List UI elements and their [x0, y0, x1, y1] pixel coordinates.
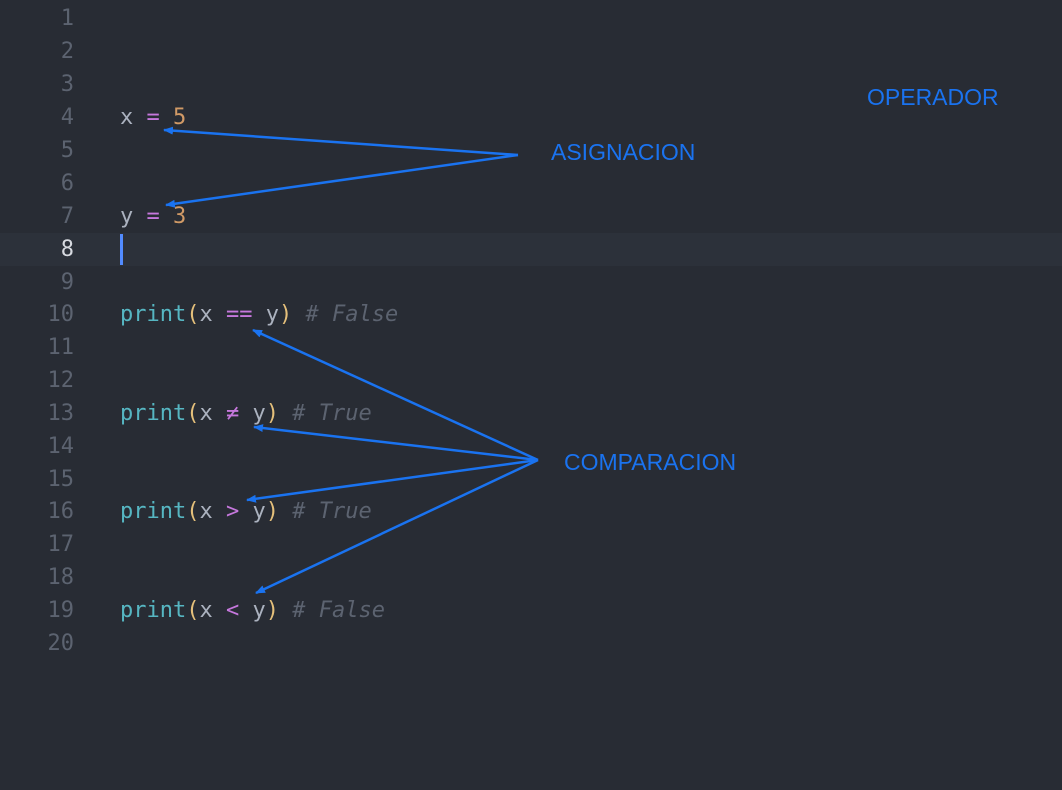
- variable-token: y: [252, 401, 266, 426]
- line-number: 20: [47, 631, 75, 656]
- code-editor[interactable]: 1 2 3 4 x = 5 5 6 7 y = 3 8 9 10 print(x…: [0, 0, 1062, 790]
- code-line[interactable]: 13 print(x ≠ y) # True: [0, 397, 1062, 430]
- paren-token: ): [265, 499, 279, 524]
- code-line-active[interactable]: 8: [0, 233, 1062, 266]
- operator-token: ≠: [225, 401, 240, 426]
- line-number: 18: [47, 565, 75, 590]
- variable-token: x: [199, 302, 213, 327]
- code-line[interactable]: 6: [0, 167, 1062, 200]
- line-number: 14: [47, 434, 75, 459]
- variable-token: x: [199, 499, 213, 524]
- variable-token: y: [265, 302, 279, 327]
- paren-token: ): [278, 302, 293, 327]
- line-number: 3: [60, 72, 74, 97]
- code-text: print(x == y) # False: [120, 298, 398, 331]
- code-line[interactable]: 17: [0, 528, 1062, 561]
- number-token: 3: [173, 204, 187, 229]
- code-line[interactable]: 14: [0, 430, 1062, 463]
- code-line[interactable]: 16 print(x > y) # True: [0, 495, 1062, 528]
- line-number: 4: [60, 105, 74, 130]
- paren-token: (: [186, 302, 200, 327]
- operator-token: =: [146, 105, 160, 130]
- line-number: 9: [60, 270, 74, 295]
- comment-token: # True: [292, 401, 372, 426]
- operator-token: =: [146, 204, 160, 229]
- code-line[interactable]: 10 print(x == y) # False: [0, 298, 1062, 331]
- function-token: print: [120, 302, 187, 327]
- line-number: 19: [47, 598, 75, 623]
- line-number: 6: [60, 171, 74, 196]
- number-token: 5: [173, 105, 187, 130]
- code-line[interactable]: 2: [0, 35, 1062, 68]
- paren-token: ): [265, 401, 279, 426]
- line-number: 11: [47, 335, 75, 360]
- line-number: 15: [47, 467, 75, 492]
- code-line[interactable]: 9: [0, 266, 1062, 299]
- variable-token: y: [120, 204, 134, 229]
- code-line[interactable]: 18: [0, 561, 1062, 594]
- paren-token: (: [186, 401, 200, 426]
- variable-token: x: [120, 105, 134, 130]
- operator-token: >: [225, 499, 240, 524]
- variable-token: y: [252, 499, 266, 524]
- line-number: 8: [60, 237, 74, 262]
- code-line[interactable]: 12: [0, 364, 1062, 397]
- comment-token: # True: [292, 499, 372, 524]
- text-cursor: [120, 234, 123, 265]
- paren-token: (: [186, 499, 200, 524]
- code-line[interactable]: 1: [0, 2, 1062, 35]
- operator-token: ==: [225, 302, 253, 327]
- line-number: 12: [47, 368, 75, 393]
- variable-token: x: [199, 401, 213, 426]
- function-token: print: [120, 598, 187, 623]
- line-number: 1: [60, 6, 74, 31]
- code-line[interactable]: 15: [0, 463, 1062, 496]
- comment-token: # False: [292, 598, 385, 623]
- code-text: x = 5: [120, 101, 186, 134]
- function-token: print: [120, 499, 187, 524]
- comment-token: # False: [305, 302, 399, 327]
- line-number: 5: [60, 138, 74, 163]
- line-number: 10: [47, 302, 75, 327]
- code-line[interactable]: 19 print(x < y) # False: [0, 594, 1062, 627]
- code-text: print(x > y) # True: [120, 495, 372, 528]
- paren-token: (: [186, 598, 200, 623]
- code-line[interactable]: 7 y = 3: [0, 200, 1062, 233]
- operador-label: OPERADOR: [867, 84, 999, 110]
- code-line[interactable]: 11: [0, 331, 1062, 364]
- code-text: y = 3: [120, 200, 186, 233]
- line-number: 2: [60, 39, 74, 64]
- code-text: print(x < y) # False: [120, 594, 385, 627]
- comparacion-label: COMPARACION: [564, 449, 737, 475]
- variable-token: x: [199, 598, 213, 623]
- line-number: 16: [47, 499, 75, 524]
- asignacion-label: ASIGNACION: [551, 139, 696, 165]
- line-number: 13: [47, 401, 75, 426]
- code-text: print(x ≠ y) # True: [120, 397, 372, 430]
- function-token: print: [120, 401, 187, 426]
- paren-token: ): [265, 598, 279, 623]
- line-number: 7: [60, 204, 74, 229]
- code-line[interactable]: 5: [0, 134, 1062, 167]
- code-line[interactable]: 20: [0, 627, 1062, 660]
- operator-token: <: [225, 598, 240, 623]
- variable-token: y: [252, 598, 266, 623]
- line-number: 17: [47, 532, 75, 557]
